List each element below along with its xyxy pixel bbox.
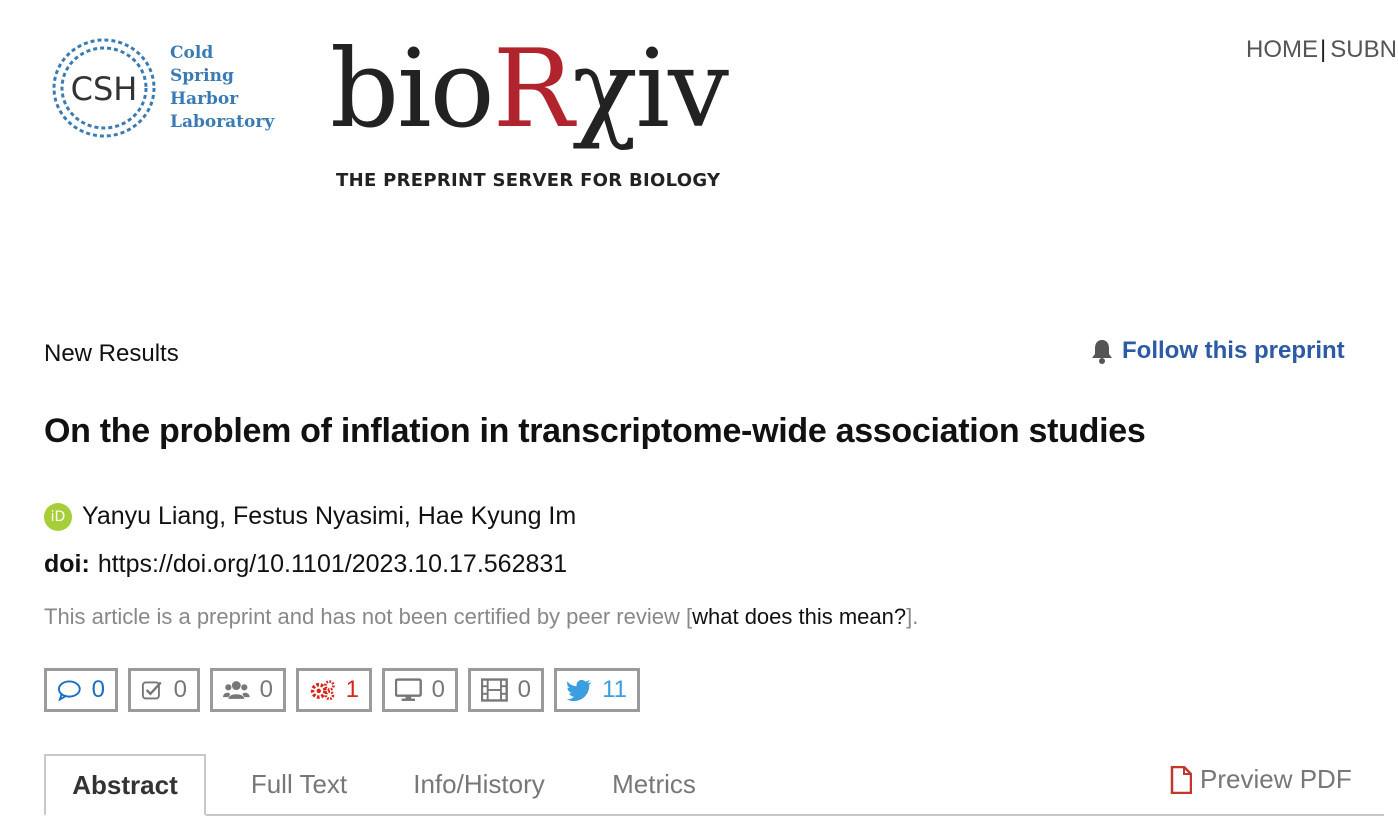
community-count-box[interactable]: 0	[210, 668, 286, 712]
doi-link[interactable]: https://doi.org/10.1101/2023.10.17.56283…	[98, 550, 567, 578]
tools-count: 1	[345, 676, 359, 703]
reviews-count-box[interactable]: 0	[128, 668, 200, 712]
doi-label: doi:	[44, 550, 90, 578]
tab-metrics[interactable]: Metrics	[594, 754, 714, 814]
brand-suffix: χiv	[572, 27, 729, 152]
disclaimer-close: ].	[906, 604, 919, 629]
disclaimer-text: This article is a preprint and has not b…	[44, 604, 693, 629]
follow-preprint-button[interactable]: Follow this preprint	[1090, 337, 1345, 365]
orcid-icon[interactable]: iD	[44, 502, 72, 531]
metrics-bar: 0 0 0 1 0 0 11	[44, 668, 640, 712]
csh-monogram: CSH	[71, 70, 138, 108]
monitor-icon	[395, 678, 422, 701]
tab-info-history[interactable]: Info/History	[394, 754, 564, 814]
nav-separator: |	[1320, 36, 1327, 63]
csh-line: Spring	[170, 66, 234, 86]
comments-count-box[interactable]: 0	[44, 668, 118, 712]
comment-icon	[57, 680, 81, 701]
preview-pdf-label: Preview PDF	[1200, 764, 1352, 794]
csh-line: Cold	[170, 43, 214, 63]
cogs-icon	[310, 680, 335, 701]
tools-count-box[interactable]: 1	[296, 668, 372, 712]
nav-submit-link[interactable]: SUBN	[1330, 36, 1397, 63]
reviews-count: 0	[173, 676, 187, 703]
film-icon	[481, 678, 508, 702]
tab-full-text[interactable]: Full Text	[230, 754, 368, 814]
preprint-disclaimer: This article is a preprint and has not b…	[44, 604, 918, 630]
tab-abstract[interactable]: Abstract	[44, 754, 206, 816]
twitter-icon	[567, 679, 592, 701]
doi-line: doi: https://doi.org/10.1101/2023.10.17.5…	[44, 550, 567, 579]
users-icon	[223, 681, 250, 699]
csh-line: Laboratory	[170, 112, 275, 132]
comments-count: 0	[91, 676, 105, 703]
preview-pdf-button[interactable]: Preview PDF	[1170, 764, 1352, 795]
pdf-file-icon	[1170, 765, 1192, 794]
what-does-this-mean-link[interactable]: what does this mean?	[692, 604, 906, 629]
author-list: iD Yanyu Liang, Festus Nyasimi, Hae Kyun…	[44, 502, 576, 531]
twitter-count: 11	[602, 676, 627, 703]
top-nav: HOME| SUBN	[1246, 36, 1397, 64]
twitter-count-box[interactable]: 11	[554, 668, 640, 712]
csh-line: Harbor	[170, 89, 239, 109]
brand-prefix: bio	[330, 27, 495, 152]
follow-preprint-label: Follow this preprint	[1122, 337, 1345, 364]
article-section-label: New Results	[44, 340, 179, 367]
biorxiv-tagline: THE PREPRINT SERVER FOR BIOLOGY	[336, 170, 721, 191]
biorxiv-wordmark: bioRχiv	[330, 27, 729, 152]
media-count: 0	[431, 676, 445, 703]
bell-icon	[1092, 340, 1112, 364]
nav-home-link[interactable]: HOME	[1246, 36, 1318, 63]
biorxiv-logo[interactable]: bioRχiv THE PREPRINT SERVER FOR BIOLOGY	[330, 30, 770, 200]
media-count-box[interactable]: 0	[382, 668, 458, 712]
csh-logo[interactable]: CSH Cold Spring Harbor Laboratory	[46, 34, 286, 144]
page: CSH Cold Spring Harbor Laboratory bioRχi…	[0, 0, 1398, 840]
video-count: 0	[517, 676, 531, 703]
community-count: 0	[259, 676, 273, 703]
check-square-icon	[141, 681, 162, 700]
csh-helix-icon: CSH	[52, 38, 156, 138]
brand-accent: R	[492, 27, 574, 152]
video-count-box[interactable]: 0	[468, 668, 544, 712]
csh-wordmark: Cold Spring Harbor Laboratory	[170, 42, 274, 134]
article-title: On the problem of inflation in transcrip…	[44, 412, 1146, 450]
author-names[interactable]: Yanyu Liang, Festus Nyasimi, Hae Kyung I…	[82, 502, 576, 531]
